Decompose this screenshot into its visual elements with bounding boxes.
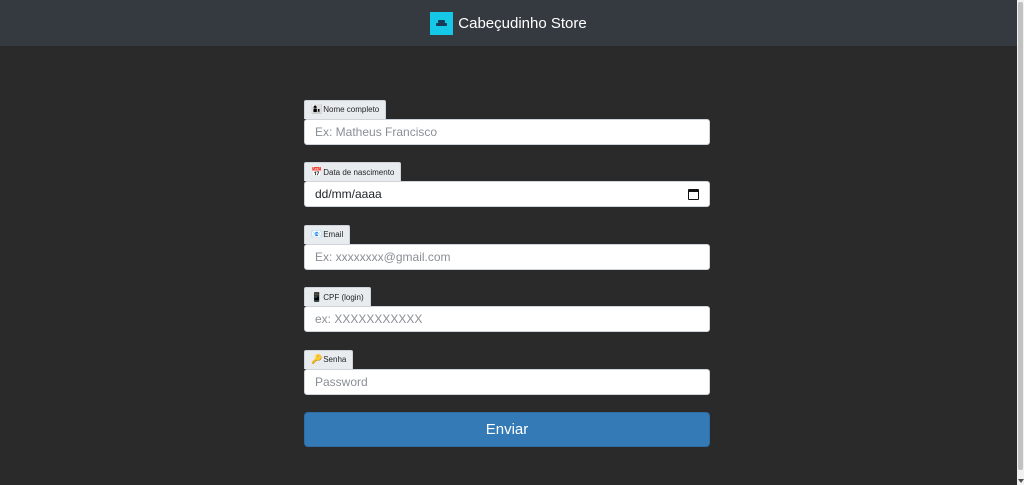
scrollbar-thumb[interactable] — [1018, 2, 1023, 470]
birthdate-input[interactable]: dd/mm/aaaa — [304, 181, 710, 207]
birthdate-value: dd/mm/aaaa — [315, 187, 382, 201]
phone-icon: 📱 — [311, 291, 323, 302]
password-field-group: 🔑 Senha Password — [304, 349, 710, 395]
password-label: 🔑 Senha — [304, 349, 354, 369]
brand-name: Cabeçudinho Store — [458, 14, 587, 32]
envelope-icon: 📧 — [311, 229, 323, 239]
birthdate-label: 📅 Data de nascimento — [304, 162, 402, 181]
full-name-input[interactable]: Ex: Matheus Francisco — [304, 118, 710, 145]
full-name-placeholder: Ex: Matheus Francisco — [315, 124, 438, 139]
sofa-icon — [430, 11, 454, 35]
cpf-placeholder: ex: XXXXXXXXXXX — [315, 312, 423, 326]
password-input[interactable]: Password — [304, 368, 710, 395]
full-name-label: 👩‍👦 Nome completo — [304, 99, 387, 119]
email-placeholder: Ex: xxxxxxxx@gmail.com — [315, 249, 451, 264]
birthdate-field-group: 📅 Data de nascimento dd/mm/aaaa — [304, 162, 710, 207]
page: Cabeçudinho Store 👩‍👦 Nome completo Ex: … — [0, 0, 1024, 485]
navbar: Cabeçudinho Store — [0, 0, 1017, 46]
cpf-input[interactable]: ex: XXXXXXXXXXX — [304, 306, 710, 332]
cpf-label: 📱 CPF (login) — [304, 287, 371, 306]
scroll-down-arrow-icon[interactable] — [1018, 479, 1024, 483]
email-label-text: Email — [323, 230, 344, 239]
password-placeholder: Password — [315, 374, 368, 389]
key-icon: 🔑 — [311, 354, 323, 364]
calendar-picker-icon[interactable] — [688, 188, 699, 200]
full-name-label-text: Nome completo — [323, 105, 380, 114]
password-label-text: Senha — [323, 355, 347, 364]
email-input[interactable]: Ex: xxxxxxxx@gmail.com — [304, 243, 710, 270]
cpf-field-group: 📱 CPF (login) ex: XXXXXXXXXXX — [304, 287, 710, 332]
full-name-field-group: 👩‍👦 Nome completo Ex: Matheus Francisco — [304, 99, 710, 145]
registration-form: 👩‍👦 Nome completo Ex: Matheus Francisco … — [304, 99, 710, 447]
vertical-scrollbar[interactable] — [1017, 0, 1024, 485]
calendar-emoji-icon: 📅 — [311, 166, 323, 177]
submit-button[interactable]: Enviar — [304, 411, 710, 447]
birthdate-label-text: Data de nascimento — [323, 167, 395, 177]
email-field-group: 📧 Email Ex: xxxxxxxx@gmail.com — [304, 224, 710, 270]
people-icon: 👩‍👦 — [311, 104, 323, 114]
email-label: 📧 Email — [304, 224, 351, 244]
cpf-label-text: CPF (login) — [323, 292, 364, 302]
brand-link[interactable]: Cabeçudinho Store — [430, 11, 587, 35]
